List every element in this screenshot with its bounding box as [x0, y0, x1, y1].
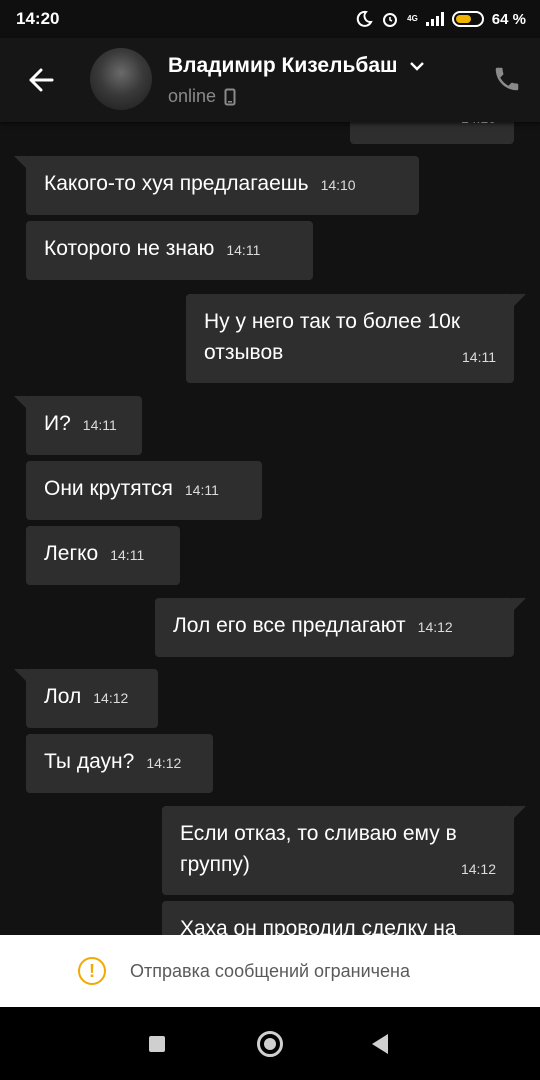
battery-icon	[451, 11, 484, 27]
back-button[interactable]	[22, 62, 62, 98]
message-bubble-outgoing[interactable]: Ну у него так то более 10к отзывов 14:11	[186, 294, 526, 383]
system-nav-bar	[0, 1007, 540, 1080]
battery-level	[455, 15, 471, 23]
message-time: 14:10	[461, 122, 496, 134]
message-bubble-outgoing[interactable]: Хаха он проводил сделку на	[162, 901, 514, 935]
message-time: 14:12	[417, 619, 453, 635]
status-time: 14:20	[16, 9, 60, 28]
message-bubble-incoming[interactable]: Легко 14:11	[26, 526, 180, 585]
system-back-button[interactable]	[372, 1034, 388, 1054]
message-text: Если отказ, то сливаю ему в группу)	[180, 822, 457, 876]
alarm-icon	[383, 13, 398, 27]
message-time: 14:11	[226, 242, 261, 258]
message-time: 14:12	[146, 755, 182, 771]
warning-glyph: !	[89, 960, 95, 981]
warning-icon: !	[78, 957, 106, 985]
message-time: 14:11	[110, 547, 145, 563]
message-text: Лол	[44, 685, 82, 708]
message-bubble-incoming[interactable]: Которого не знаю 14:11	[26, 221, 313, 280]
message-time: 14:12	[93, 690, 129, 706]
moon-icon	[356, 10, 373, 27]
message-text: Которого не знаю	[44, 237, 215, 260]
phone-icon	[495, 67, 519, 91]
contact-name[interactable]: Владимир Кизельбаш	[168, 54, 425, 78]
message-bubble-incoming[interactable]: Какого-то хуя предлагаешь 14:10	[14, 156, 419, 215]
message-text: Лол его все предлагают	[173, 614, 406, 637]
message-text: Какого-то хуя предлагаешь	[44, 172, 309, 195]
avatar[interactable]	[90, 48, 152, 110]
message-bubble-incoming[interactable]: И? 14:11	[14, 396, 142, 455]
message-bubble-incoming[interactable]: Они крутятся 14:11	[26, 461, 262, 520]
message-time: 14:11	[462, 349, 496, 365]
message-list[interactable]: 14:10 Какого-то хуя предлагаешь 14:10 Кот…	[0, 122, 540, 935]
message-text: И?	[44, 412, 71, 435]
chat-header: Владимир Кизельбаш online	[0, 38, 540, 122]
contact-status-label: online	[168, 86, 217, 106]
message-time: 14:10	[320, 177, 356, 193]
message-time: 14:11	[82, 417, 117, 433]
mobile-icon	[224, 88, 236, 105]
signal-icon	[425, 12, 444, 26]
message-time: 14:12	[460, 861, 496, 877]
contact-name-label: Владимир Кизельбаш	[168, 54, 398, 77]
recents-button[interactable]	[149, 1036, 165, 1052]
message-bubble-outgoing[interactable]: Если отказ, то сливаю ему в группу) 14:1…	[162, 806, 526, 895]
messaging-restricted-banner: ! Отправка сообщений ограничена	[0, 935, 540, 1007]
status-bar: 14:20 4G 64 %	[0, 0, 540, 38]
message-text: Легко	[44, 542, 99, 565]
message-bubble-incoming[interactable]: Лол 14:12	[14, 669, 158, 728]
message-text: Они крутятся	[44, 477, 173, 500]
message-text: Ну у него так то более 10к отзывов	[204, 310, 461, 364]
battery-percent: 64 %	[491, 10, 526, 28]
message-bubble-outgoing[interactable]: Лол его все предлагают 14:12	[155, 598, 526, 657]
message-text: Хаха он проводил сделку на	[180, 917, 457, 935]
restriction-text: Отправка сообщений ограничена	[130, 960, 410, 981]
message-text: Ты даун?	[44, 750, 135, 773]
arrow-left-icon	[29, 68, 54, 92]
network-type: 4G	[407, 14, 418, 23]
message-time: 14:11	[184, 482, 219, 498]
call-button[interactable]	[492, 64, 522, 94]
contact-status: online	[168, 86, 236, 107]
message-bubble-incoming[interactable]: Ты даун? 14:12	[26, 734, 213, 793]
message-bubble-outgoing[interactable]: 14:10	[350, 122, 514, 144]
home-button[interactable]	[257, 1031, 283, 1057]
status-icons: 4G 64 %	[355, 10, 526, 28]
chevron-down-icon[interactable]	[409, 60, 425, 72]
